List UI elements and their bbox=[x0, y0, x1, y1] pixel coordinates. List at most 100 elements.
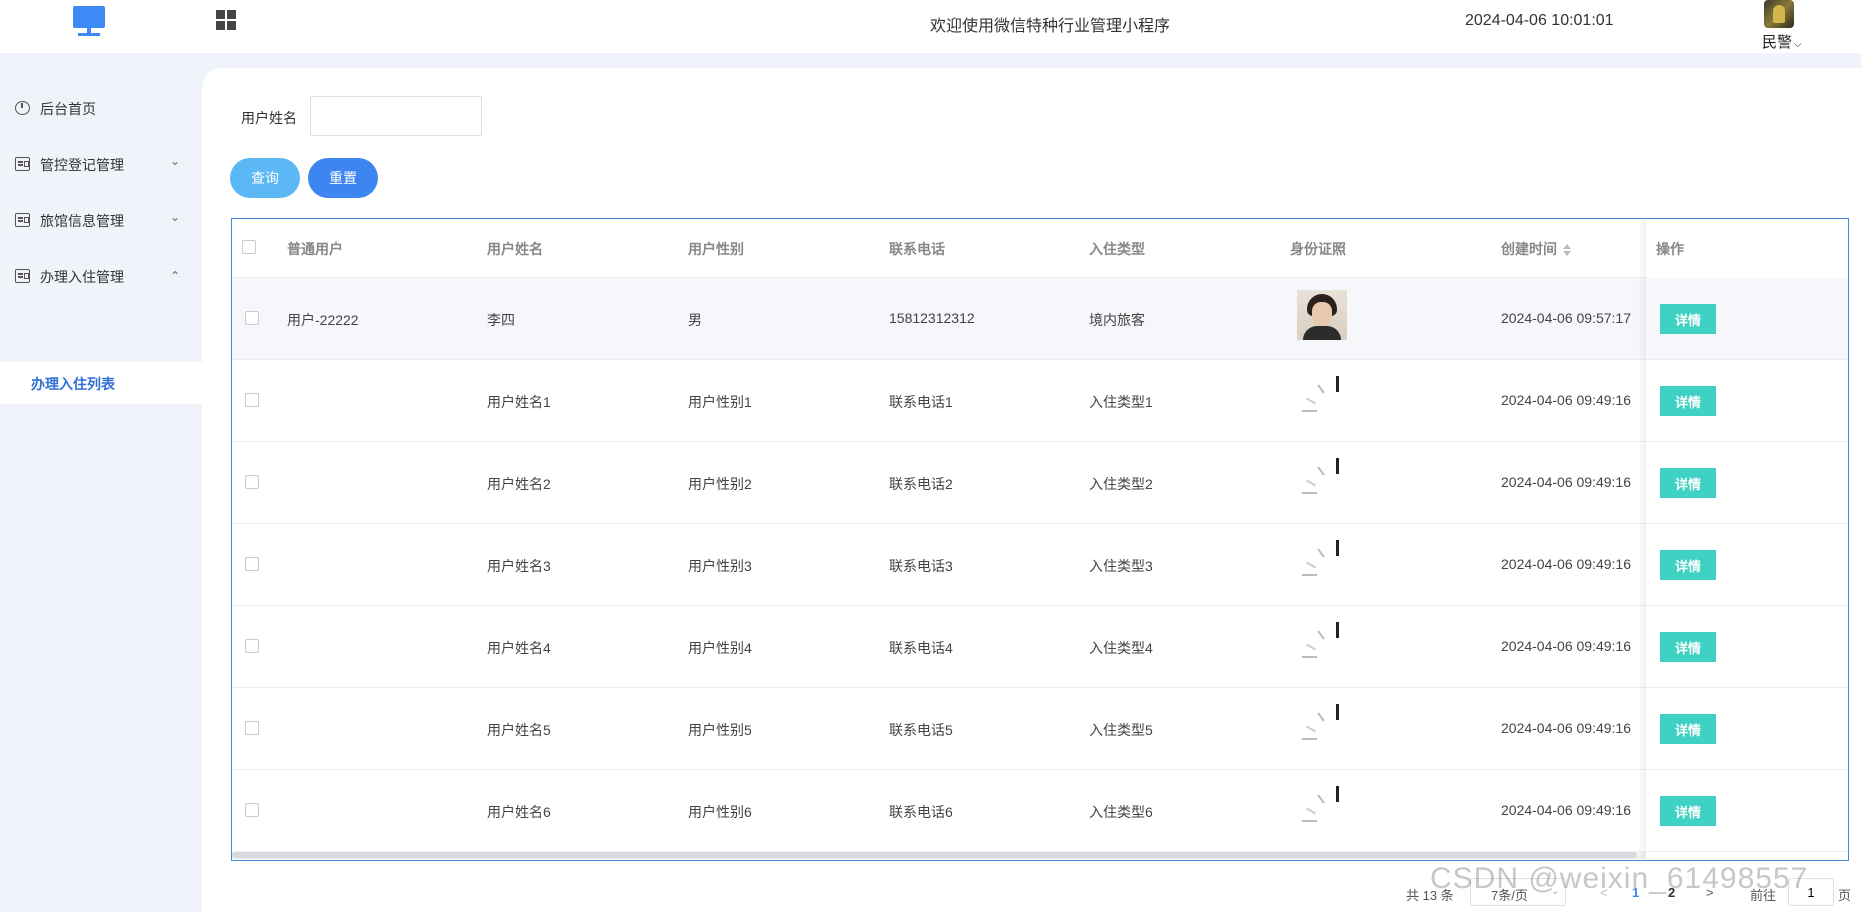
cell-checkin-type: 入住类型3 bbox=[1089, 558, 1153, 574]
table-row[interactable]: 用户姓名1 用户性别1 联系电话1 入住类型1 2024-04-06 09:49:16 bbox=[232, 360, 1848, 442]
cell-name: 用户姓名1 bbox=[487, 394, 551, 410]
sidebar-item-dashboard[interactable]: 后台首页 bbox=[0, 88, 202, 128]
sidebar-item-label: 办理入住管理 bbox=[40, 269, 124, 285]
action-cell: 详情 bbox=[1646, 278, 1848, 360]
pie-clock-icon bbox=[15, 101, 30, 115]
column-header-actions: 操作 bbox=[1656, 241, 1684, 257]
horizontal-scrollbar-thumb[interactable] bbox=[232, 852, 1637, 858]
cell-created: 2024-04-06 09:49:16 bbox=[1501, 720, 1631, 736]
app-title: 欢迎使用微信特种行业管理小程序 bbox=[929, 18, 1170, 35]
sidebar-item-label: 管控登记管理 bbox=[40, 157, 124, 173]
card-icon bbox=[15, 269, 30, 283]
cell-name: 用户姓名3 bbox=[487, 558, 551, 574]
row-checkbox[interactable] bbox=[245, 803, 259, 817]
cell-phone: 联系电话2 bbox=[889, 476, 953, 492]
reset-button[interactable]: 重置 bbox=[308, 158, 378, 198]
user-avatar[interactable] bbox=[1764, 0, 1794, 28]
detail-button[interactable]: 详情 bbox=[1660, 386, 1716, 416]
fixed-action-column: 操作 详情 详情 详情 详情 详情 详情 详情 bbox=[1646, 219, 1848, 859]
sidebar-item-checkin[interactable]: 办理入住管理 ⌃ bbox=[0, 256, 202, 296]
checkin-table: 普通用户 用户姓名 用户性别 联系电话 入住类型 身份证照 创建时间 用户-22… bbox=[231, 218, 1849, 861]
monitor-logo-icon bbox=[73, 6, 105, 36]
cell-phone: 联系电话5 bbox=[889, 722, 953, 738]
table-row[interactable]: 用户姓名2 用户性别2 联系电话2 入住类型2 2024-04-06 09:49:16 bbox=[232, 442, 1848, 524]
action-cell: 详情 bbox=[1646, 770, 1848, 852]
cell-created: 2024-04-06 09:49:16 bbox=[1501, 802, 1631, 818]
cell-created: 2024-04-06 09:49:16 bbox=[1501, 556, 1631, 572]
main-panel: 用户姓名 查询 重置 普通用户 用户姓名 用户性别 联系电话 入住类型 身份证照… bbox=[202, 68, 1861, 912]
table-row[interactable]: 用户姓名4 用户性别4 联系电话4 入住类型4 2024-04-06 09:49:16 bbox=[232, 606, 1848, 688]
cell-checkin-type: 入住类型1 bbox=[1089, 394, 1153, 410]
select-all-checkbox[interactable] bbox=[242, 240, 256, 254]
user-role-label: 民警 bbox=[1762, 34, 1793, 51]
sidebar-subitem-label: 办理入住列表 bbox=[31, 376, 115, 392]
search-name-label: 用户姓名 bbox=[241, 110, 297, 126]
column-header-created-label: 创建时间 bbox=[1501, 241, 1557, 257]
table-row[interactable]: 用户姓名5 用户性别5 联系电话5 入住类型5 2024-04-06 09:49:16 bbox=[232, 688, 1848, 770]
cell-phone: 15812312312 bbox=[889, 310, 975, 326]
detail-button[interactable]: 详情 bbox=[1660, 714, 1716, 744]
detail-button[interactable]: 详情 bbox=[1660, 468, 1716, 498]
cell-name: 用户姓名6 bbox=[487, 804, 551, 820]
sidebar-item-hotel-info[interactable]: 旅馆信息管理 ⌄ bbox=[0, 200, 202, 240]
column-header-name: 用户姓名 bbox=[487, 241, 543, 257]
cell-checkin-type: 入住类型4 bbox=[1089, 640, 1153, 656]
search-name-input[interactable] bbox=[310, 96, 482, 136]
cell-gender: 用户性别1 bbox=[688, 394, 752, 410]
cell-phone: 联系电话4 bbox=[889, 640, 953, 656]
cell-gender: 男 bbox=[688, 312, 702, 328]
current-datetime: 2024-04-06 10:01:01 bbox=[1465, 12, 1614, 29]
column-header-created[interactable]: 创建时间 bbox=[1501, 239, 1571, 259]
action-cell: 详情 bbox=[1646, 688, 1848, 770]
page-unit-label: 页 bbox=[1838, 888, 1852, 903]
action-cell: 详情 bbox=[1646, 442, 1848, 524]
column-header-user: 普通用户 bbox=[287, 241, 343, 257]
column-header-checkin-type: 入住类型 bbox=[1089, 241, 1145, 257]
detail-button[interactable]: 详情 bbox=[1660, 632, 1716, 662]
row-checkbox[interactable] bbox=[245, 393, 259, 407]
cell-gender: 用户性别4 bbox=[688, 640, 752, 656]
loading-spinner-icon bbox=[1298, 702, 1348, 752]
loading-spinner-icon bbox=[1298, 374, 1348, 424]
detail-button[interactable]: 详情 bbox=[1660, 796, 1716, 826]
watermark-text: CSDN @weixin_61498557 bbox=[1430, 862, 1809, 895]
grid-menu-icon[interactable] bbox=[216, 10, 236, 30]
query-button[interactable]: 查询 bbox=[230, 158, 300, 198]
sort-icon[interactable] bbox=[1563, 244, 1571, 257]
row-checkbox[interactable] bbox=[245, 639, 259, 653]
loading-spinner-icon bbox=[1298, 620, 1348, 670]
detail-button[interactable]: 详情 bbox=[1660, 304, 1716, 334]
table-row[interactable]: 用户-22222 李四 男 15812312312 境内旅客 2024-04-06 09:… bbox=[232, 278, 1848, 360]
user-menu[interactable]: 民警 ⌵ bbox=[1762, 31, 1802, 52]
cell-checkin-type: 入住类型6 bbox=[1089, 804, 1153, 820]
sidebar-item-control-registration[interactable]: 管控登记管理 ⌄ bbox=[0, 144, 202, 184]
cell-created: 2024-04-06 09:49:16 bbox=[1501, 392, 1631, 408]
sidebar-item-label: 后台首页 bbox=[40, 101, 96, 117]
row-checkbox[interactable] bbox=[245, 475, 259, 489]
column-header-gender: 用户性别 bbox=[688, 241, 744, 257]
action-cell: 详情 bbox=[1646, 606, 1848, 688]
row-checkbox[interactable] bbox=[245, 557, 259, 571]
chevron-down-icon: ⌄ bbox=[170, 154, 181, 168]
cell-gender: 用户性别2 bbox=[688, 476, 752, 492]
cell-checkin-type: 境内旅客 bbox=[1089, 312, 1145, 328]
cell-gender: 用户性别5 bbox=[688, 722, 752, 738]
row-checkbox[interactable] bbox=[245, 311, 259, 325]
top-header: 欢迎使用微信特种行业管理小程序 2024-04-06 10:01:01 民警 ⌵ bbox=[0, 0, 1861, 53]
chevron-down-icon: ⌵ bbox=[1794, 39, 1802, 50]
cell-checkin-type: 入住类型2 bbox=[1089, 476, 1153, 492]
cell-name: 用户姓名4 bbox=[487, 640, 551, 656]
sidebar-subitem-checkin-list[interactable]: 办理入住列表 bbox=[0, 362, 202, 404]
detail-button[interactable]: 详情 bbox=[1660, 550, 1716, 580]
cell-phone: 联系电话3 bbox=[889, 558, 953, 574]
cell-created: 2024-04-06 09:49:16 bbox=[1501, 474, 1631, 490]
row-checkbox[interactable] bbox=[245, 721, 259, 735]
table-row[interactable]: 用户姓名3 用户性别3 联系电话3 入住类型3 2024-04-06 09:49:16 bbox=[232, 524, 1848, 606]
cell-created: 2024-04-06 09:49:16 bbox=[1501, 638, 1631, 654]
table-row[interactable]: 用户姓名6 用户性别6 联系电话6 入住类型6 2024-04-06 09:49:16 bbox=[232, 770, 1848, 852]
id-photo-thumbnail[interactable] bbox=[1297, 290, 1347, 340]
cell-gender: 用户性别3 bbox=[688, 558, 752, 574]
loading-spinner-icon bbox=[1298, 456, 1348, 506]
cell-name: 李四 bbox=[487, 312, 515, 328]
cell-name: 用户姓名5 bbox=[487, 722, 551, 738]
